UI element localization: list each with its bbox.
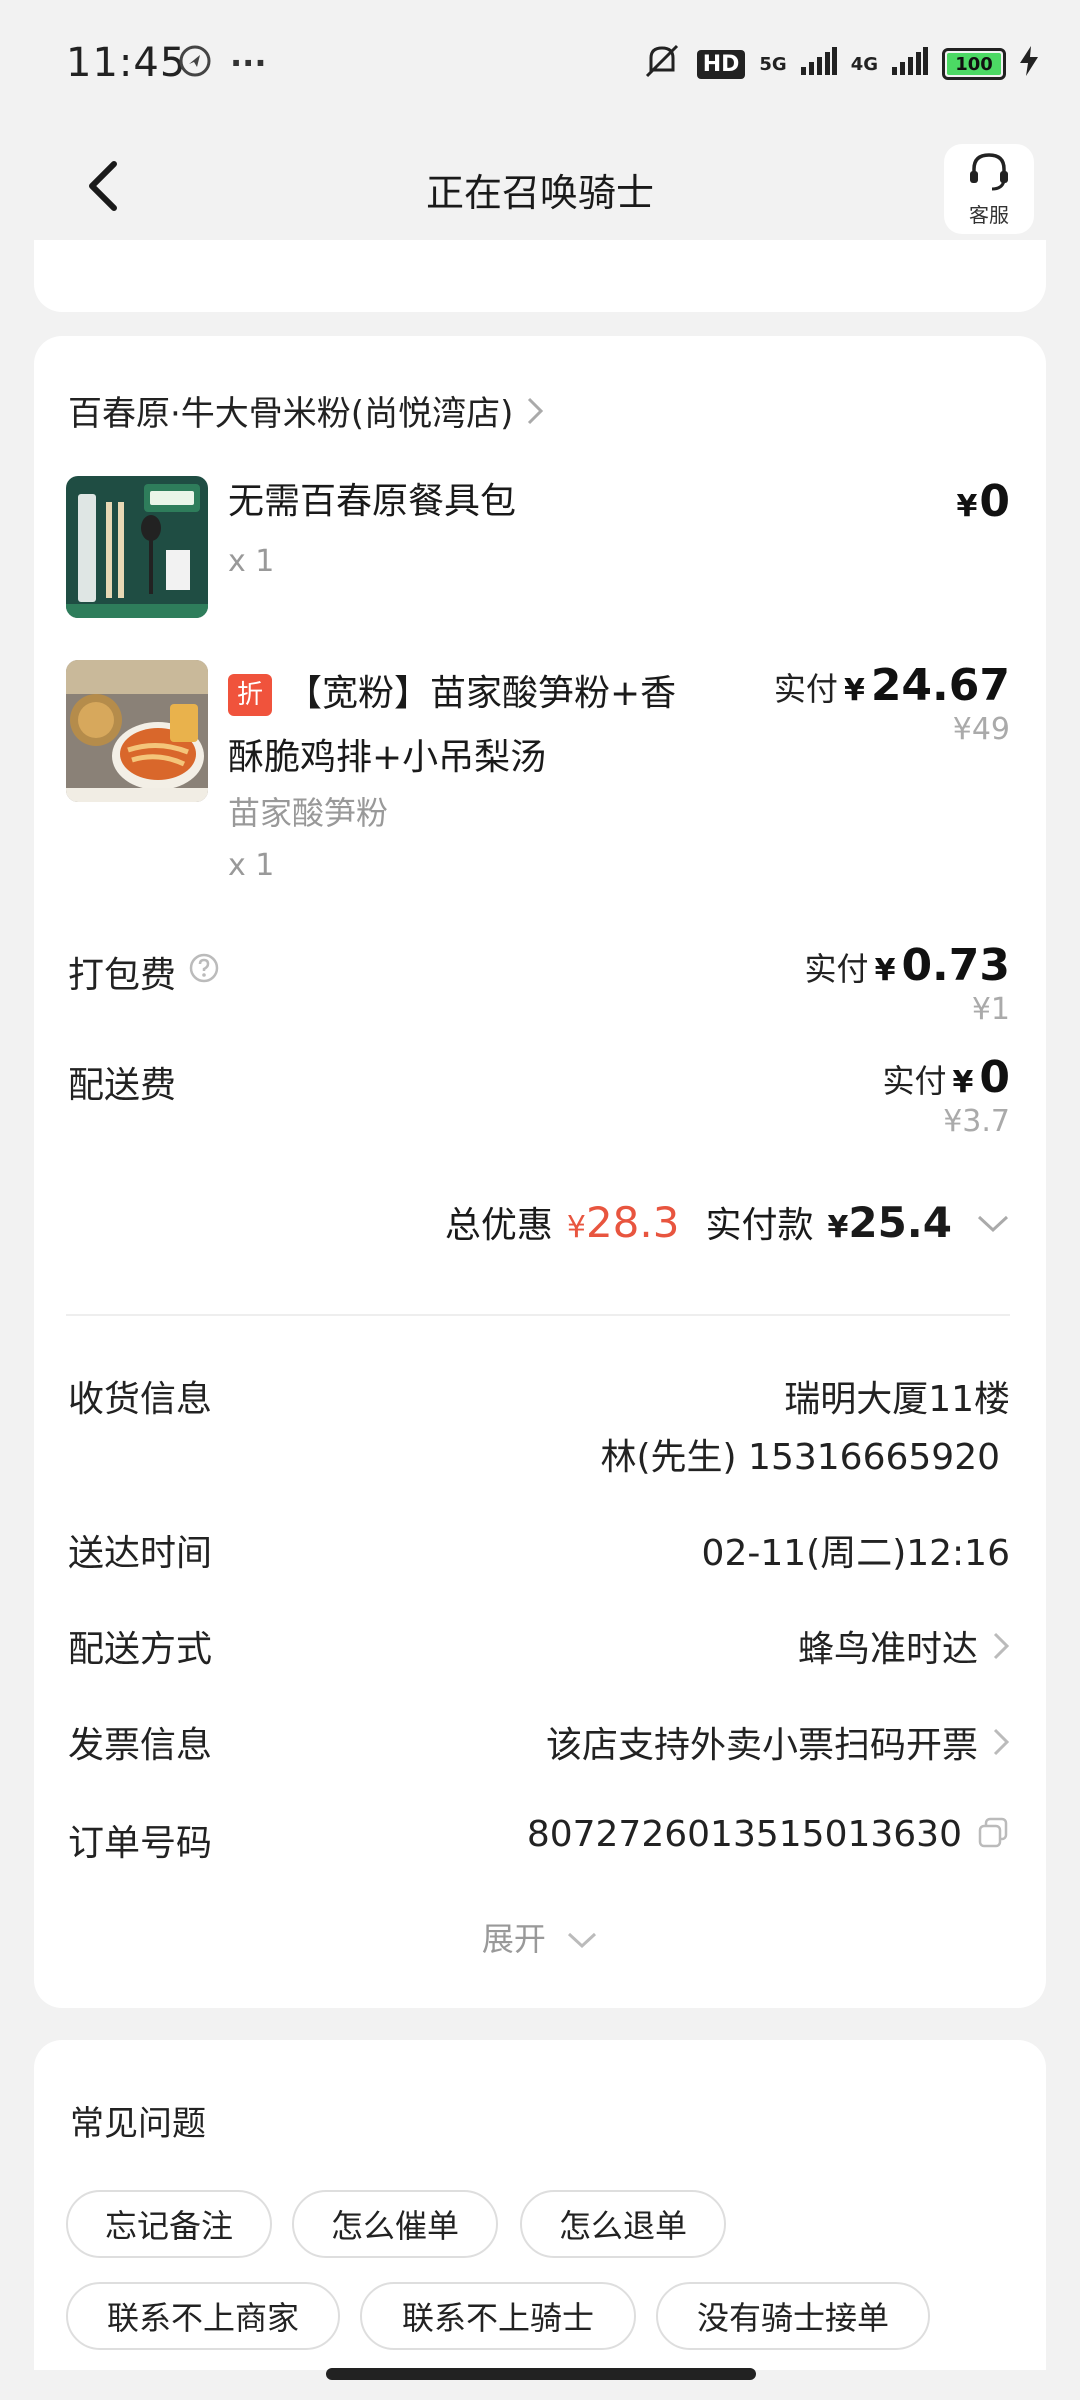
packing-fee-original: ¥1: [971, 992, 1010, 1027]
yen-symbol: ¥: [566, 1209, 586, 1245]
chevron-right-icon: [528, 397, 544, 424]
delivery-method-value: 蜂鸟准时达: [797, 1629, 978, 1670]
signal-5g-icon: [800, 47, 837, 81]
item-name-line2: 酥脆鸡排+小吊梨汤: [228, 737, 547, 778]
faq-title: 常见问题: [70, 2104, 206, 2144]
customer-service-label: 客服: [969, 202, 1009, 227]
yen-symbol: ¥: [952, 1065, 974, 1100]
discount-badge: 折: [228, 674, 272, 716]
discount-amount: ¥ 28.3: [567, 1198, 680, 1247]
item-spec: 苗家酸笋粉: [228, 794, 389, 832]
yen-symbol: ¥: [956, 489, 978, 524]
status-left-icons: ···: [178, 44, 266, 82]
item-name-line1: 折【宽粉】苗家酸笋粉+香: [228, 662, 728, 726]
faq-chip[interactable]: 怎么退单: [520, 2190, 726, 2258]
yen-symbol: ¥: [827, 1209, 849, 1245]
chevron-right-icon: [993, 1728, 1010, 1756]
order-number-label: 订单号码: [68, 1823, 213, 1864]
battery-icon: 100: [942, 48, 1006, 80]
invoice-link[interactable]: 该店支持外卖小票扫码开票: [546, 1716, 1010, 1768]
status-time: 11:45: [66, 40, 187, 86]
item-price-value: 24.67: [870, 660, 1010, 711]
delivery-fee-original: ¥3.7: [943, 1104, 1010, 1139]
discount-label: 总优惠: [444, 1205, 553, 1246]
faq-chip[interactable]: 联系不上商家: [66, 2282, 340, 2350]
location-icon: [178, 44, 212, 82]
battery-level: 100: [947, 53, 1001, 75]
home-indicator[interactable]: [326, 2368, 756, 2380]
item-price: ¥ 0: [957, 476, 1011, 527]
item-price-value: 0: [979, 476, 1010, 527]
paid-label: 实付: [804, 950, 869, 988]
packing-fee-label: 打包费: [68, 955, 177, 996]
copy-icon[interactable]: [976, 1816, 1010, 1854]
item-original-price: ¥49: [952, 712, 1010, 747]
item-name: 无需百春原餐具包: [228, 481, 517, 522]
invoice-value: 该店支持外卖小票扫码开票: [545, 1725, 978, 1766]
shop-name-link[interactable]: 百春原·牛大骨米粉(尚悦湾店): [68, 386, 545, 435]
expand-label: 展开: [481, 1920, 546, 1958]
paid-total-label: 实付款: [705, 1205, 814, 1246]
paid-total-amount: ¥ 25.4: [827, 1198, 952, 1247]
mute-icon: [641, 42, 683, 86]
chevron-down-icon: [568, 1932, 597, 1949]
faq-chip[interactable]: 没有骑士接单: [656, 2282, 930, 2350]
signal-4g-icon: [892, 47, 928, 81]
faq-chip[interactable]: 忘记备注: [66, 2190, 272, 2258]
totals-row[interactable]: 总优惠 ¥ 28.3 实付款 ¥ 25.4: [445, 1196, 1010, 1248]
divider: [66, 1314, 1010, 1316]
delivery-time-label: 送达时间: [68, 1533, 213, 1574]
faq-chip[interactable]: 怎么催单: [292, 2190, 498, 2258]
item-qty: x 1: [228, 848, 275, 883]
item-name-text: 【宽粉】苗家酸笋粉+香: [286, 673, 677, 714]
packing-fee-value: 0.73: [901, 940, 1010, 991]
paid-total-value: 25.4: [848, 1197, 952, 1247]
discount-value: 28.3: [585, 1197, 680, 1247]
yen-symbol: ¥: [843, 673, 865, 708]
status-right: HD 5G 4G 100: [641, 42, 1038, 86]
item-qty: x 1: [228, 544, 275, 579]
delivery-time-value: 02-11(周二)12:16: [701, 1533, 1010, 1574]
item-thumbnail-noodles[interactable]: [66, 660, 208, 802]
packing-fee-label-row: 打包费: [68, 946, 220, 998]
delivery-fee-value: 0: [979, 1052, 1010, 1103]
signal-5g-label: 5G: [759, 53, 787, 75]
paid-label: 实付: [882, 1062, 947, 1100]
delivery-fee-label: 配送费: [68, 1065, 177, 1106]
order-number-value: 8072726013515013630: [526, 1814, 962, 1855]
hd-badge: HD: [696, 49, 746, 79]
item-thumbnail-utensils[interactable]: [66, 476, 208, 618]
delivery-method-link[interactable]: 蜂鸟准时达: [798, 1620, 1010, 1672]
paid-label: 实付: [773, 670, 838, 708]
customer-service-button[interactable]: 客服: [944, 144, 1034, 234]
faq-chip[interactable]: 联系不上骑士: [360, 2282, 636, 2350]
contact-value: 林(先生) 15316665920: [600, 1437, 1000, 1478]
address-label: 收货信息: [68, 1379, 213, 1420]
shop-name: 百春原·牛大骨米粉(尚悦湾店): [68, 394, 514, 434]
page-title: 正在召唤骑士: [425, 171, 654, 215]
delivery-fee-price: 实付 ¥ 0: [882, 1052, 1010, 1103]
yen-symbol: ¥: [874, 953, 896, 988]
address-value: 瑞明大厦11楼: [784, 1379, 1010, 1420]
chevron-right-icon: [993, 1632, 1010, 1660]
packing-fee-price: 实付 ¥ 0.73: [805, 940, 1010, 991]
signal-4g-label: 4G: [850, 53, 878, 75]
chevron-down-icon: [976, 1202, 1010, 1243]
item-title-block: 折【宽粉】苗家酸笋粉+香 酥脆鸡排+小吊梨汤: [228, 662, 728, 790]
item-paid-price: 实付 ¥ 24.67: [774, 660, 1010, 711]
more-dots: ···: [230, 44, 267, 82]
expand-button[interactable]: 展开: [0, 1914, 1080, 1960]
invoice-label: 发票信息: [68, 1725, 213, 1766]
delivery-method-label: 配送方式: [68, 1629, 213, 1670]
charging-icon: [1020, 46, 1038, 82]
headset-icon: [966, 151, 1012, 197]
order-number-row: 8072726013515013630: [527, 1814, 1010, 1855]
help-icon[interactable]: [188, 952, 220, 993]
top-card: [34, 240, 1046, 312]
